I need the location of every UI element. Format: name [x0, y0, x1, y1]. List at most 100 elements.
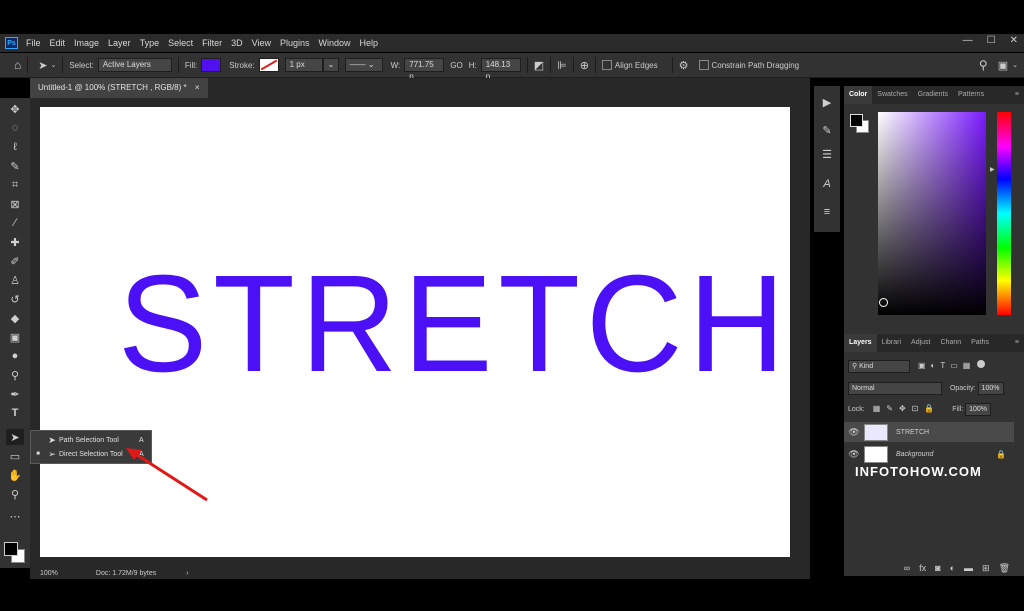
- menu-help[interactable]: Help: [360, 38, 379, 48]
- workspace-icon[interactable]: ▣: [998, 59, 1008, 72]
- layer-row-background[interactable]: 👁 Background 🔒: [844, 444, 1014, 464]
- align-edges-checkbox[interactable]: [601, 60, 612, 70]
- crop-tool-icon[interactable]: ⌗: [6, 177, 24, 193]
- mask-icon[interactable]: ◙: [935, 563, 940, 573]
- path-arrangement-icon[interactable]: ⊕: [580, 59, 589, 72]
- menu-image[interactable]: Image: [74, 38, 99, 48]
- properties-icon[interactable]: ☰: [819, 148, 835, 164]
- menu-layer[interactable]: Layer: [108, 38, 131, 48]
- quick-selection-tool-icon[interactable]: ✎: [6, 158, 24, 174]
- stroke-width-dropdown[interactable]: ⌄: [322, 58, 339, 72]
- healing-brush-tool-icon[interactable]: ✚: [6, 234, 24, 250]
- lasso-tool-icon[interactable]: ℓ: [6, 139, 24, 155]
- character-icon[interactable]: A: [819, 178, 835, 194]
- more-tools-icon[interactable]: ⋯: [6, 508, 24, 524]
- eyedropper-tool-icon[interactable]: ⁄: [6, 215, 24, 231]
- filter-icons[interactable]: ▣◐T▭▦: [918, 361, 975, 370]
- menu-filter[interactable]: Filter: [202, 38, 222, 48]
- hue-slider-marker[interactable]: ▶: [990, 166, 995, 173]
- link-icon[interactable]: GO: [450, 61, 462, 70]
- blend-mode-dropdown[interactable]: Normal: [848, 382, 942, 395]
- tab-color[interactable]: Color: [844, 86, 873, 104]
- adjustment-layer-icon[interactable]: ◐: [950, 563, 955, 573]
- canvas-text-layer[interactable]: STRETCH: [118, 255, 791, 393]
- menu-plugins[interactable]: Plugins: [280, 38, 310, 48]
- height-field[interactable]: 148.13 p: [480, 58, 521, 81]
- workspace-dropdown-icon[interactable]: ⌄: [1012, 61, 1018, 69]
- panel-menu-icon[interactable]: ≡: [1010, 86, 1024, 104]
- pen-tool-icon[interactable]: ✒: [6, 386, 24, 402]
- minimize-button[interactable]: —: [963, 35, 973, 46]
- zoom-tool-icon[interactable]: ⚲: [6, 486, 24, 502]
- tab-paths[interactable]: Paths: [966, 334, 994, 352]
- brush-tool-icon[interactable]: ✐: [6, 253, 24, 269]
- menu-select[interactable]: Select: [168, 38, 193, 48]
- kind-filter-dropdown[interactable]: ⚲ Kind: [848, 360, 910, 373]
- hue-slider[interactable]: [997, 112, 1011, 315]
- layer-row-stretch[interactable]: 👁 STRETCH: [844, 422, 1014, 442]
- home-icon[interactable]: ⌂: [14, 58, 21, 72]
- close-button[interactable]: ✕: [1010, 35, 1018, 46]
- maximize-button[interactable]: ☐: [987, 35, 996, 46]
- stroke-type-dropdown[interactable]: —— ⌄: [344, 58, 383, 72]
- new-layer-icon[interactable]: ⊞: [982, 563, 990, 574]
- tab-patterns[interactable]: Patterns: [953, 86, 989, 104]
- search-icon[interactable]: ⚲: [979, 58, 988, 72]
- link-layers-icon[interactable]: ∞: [904, 563, 910, 573]
- menu-edit[interactable]: Edit: [50, 38, 66, 48]
- menu-window[interactable]: Window: [319, 38, 351, 48]
- clone-stamp-tool-icon[interactable]: ♙: [6, 272, 24, 288]
- eye-icon[interactable]: 👁: [844, 449, 864, 460]
- menu-file[interactable]: File: [26, 38, 41, 48]
- path-alignment-icon[interactable]: ⊫: [557, 59, 567, 72]
- constrain-path-checkbox[interactable]: [698, 60, 709, 70]
- hand-tool-icon[interactable]: ✋: [6, 467, 24, 483]
- tab-layers[interactable]: Layers: [844, 334, 877, 352]
- frame-tool-icon[interactable]: ⊠: [6, 196, 24, 212]
- foreground-color-swatch[interactable]: [4, 542, 18, 556]
- close-tab-icon[interactable]: ×: [195, 83, 200, 92]
- chevron-down-icon[interactable]: ⌄: [50, 61, 56, 69]
- dodge-tool-icon[interactable]: ⚲: [6, 367, 24, 383]
- blur-tool-icon[interactable]: ●: [6, 348, 24, 364]
- fill-field[interactable]: 100%: [965, 403, 992, 416]
- path-selection-icon[interactable]: ➤: [38, 59, 47, 72]
- gradient-tool-icon[interactable]: ▣: [6, 329, 24, 345]
- tab-adjustments[interactable]: Adjust: [906, 334, 935, 352]
- select-dropdown[interactable]: Active Layers: [97, 58, 172, 72]
- menu-3d[interactable]: 3D: [231, 38, 243, 48]
- color-picker-field[interactable]: [878, 112, 986, 315]
- path-selection-tool-icon[interactable]: ➤: [6, 429, 24, 445]
- history-brush-tool-icon[interactable]: ↺: [6, 291, 24, 307]
- path-operations-icon[interactable]: ◩: [534, 59, 544, 72]
- play-icon[interactable]: ▶: [819, 96, 835, 112]
- fx-icon[interactable]: fx: [919, 563, 926, 573]
- menu-view[interactable]: View: [252, 38, 271, 48]
- filter-toggle[interactable]: [977, 360, 986, 369]
- adjustments-icon[interactable]: ≡: [819, 206, 835, 222]
- move-tool-icon[interactable]: ✥: [6, 101, 24, 117]
- tab-gradients[interactable]: Gradients: [913, 86, 953, 104]
- lock-icons[interactable]: ▦✎✥⊡🔒: [873, 404, 941, 413]
- stroke-swatch[interactable]: [258, 58, 279, 72]
- fill-swatch[interactable]: [201, 58, 222, 72]
- group-icon[interactable]: ▬: [964, 563, 973, 573]
- tab-swatches[interactable]: Swatches: [872, 86, 912, 104]
- document-tab[interactable]: Untitled-1 @ 100% (STRETCH , RGB/8) * ×: [30, 78, 208, 98]
- eraser-tool-icon[interactable]: ◆: [6, 310, 24, 326]
- tab-channels[interactable]: Chann: [936, 334, 967, 352]
- menu-type[interactable]: Type: [140, 38, 160, 48]
- chevron-right-icon[interactable]: ›: [186, 570, 188, 577]
- color-picker-cursor[interactable]: [879, 298, 888, 307]
- type-tool-icon[interactable]: T: [6, 405, 24, 421]
- layers-menu-icon[interactable]: ≡: [1010, 334, 1024, 352]
- opacity-field[interactable]: 100%: [977, 382, 1004, 395]
- marquee-tool-icon[interactable]: ◌: [6, 120, 24, 136]
- width-field[interactable]: 771.75 p: [404, 58, 445, 81]
- brush-settings-icon[interactable]: ✎: [819, 124, 835, 140]
- eye-icon[interactable]: 👁: [844, 427, 864, 438]
- stroke-width-field[interactable]: 1 px: [284, 58, 323, 72]
- gear-icon[interactable]: ⚙: [679, 59, 689, 72]
- rectangle-tool-icon[interactable]: ▭: [6, 448, 24, 464]
- trash-icon[interactable]: 🗑: [999, 563, 1010, 574]
